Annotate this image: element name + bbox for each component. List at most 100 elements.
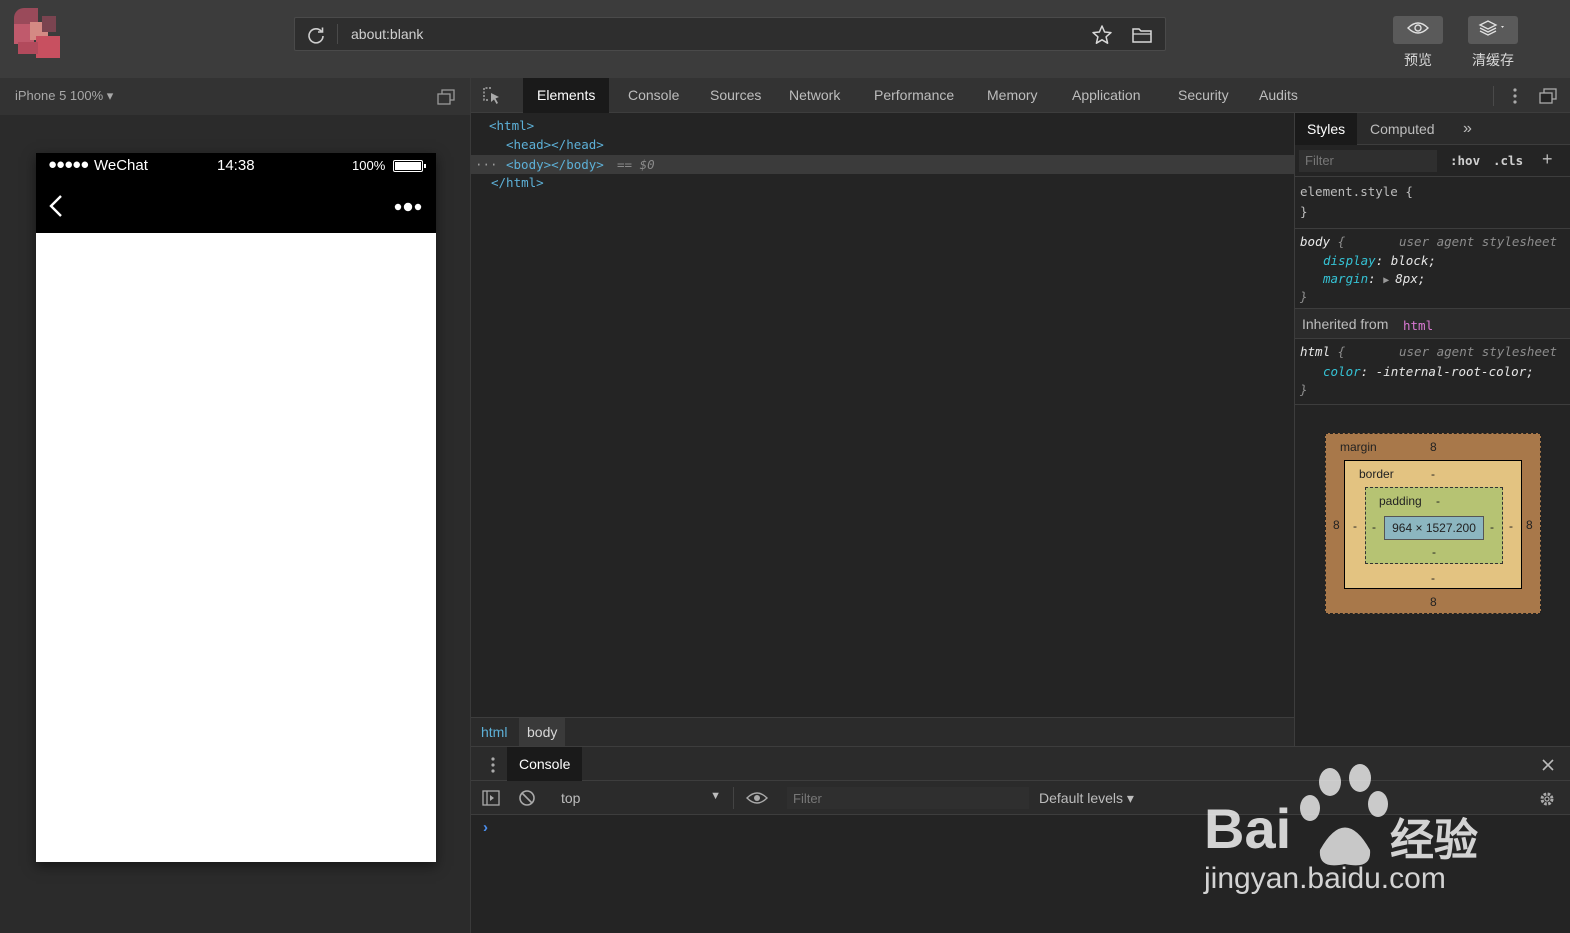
inherited-header: Inherited from html	[1295, 309, 1570, 339]
margin-left-value[interactable]: 8	[1333, 518, 1340, 532]
tab-application[interactable]: Application	[1058, 78, 1155, 113]
battery-percent: 100%	[352, 158, 386, 173]
border-label: border	[1359, 467, 1394, 481]
app-window: about:blank 预览 清缓存 iPhone 5 100% ▾ ●●●●●…	[0, 0, 1570, 933]
prop-margin[interactable]: margin: ▶ 8px;	[1323, 271, 1425, 286]
live-expression-eye-icon[interactable]	[745, 789, 769, 807]
log-levels-dropdown[interactable]: Default levels ▾	[1039, 790, 1134, 807]
clear-console-icon[interactable]	[517, 789, 537, 807]
tab-memory[interactable]: Memory	[973, 78, 1052, 113]
padding-top-value[interactable]: -	[1436, 494, 1440, 508]
padding-left-value[interactable]: -	[1372, 520, 1376, 534]
more-dots-icon[interactable]	[392, 197, 424, 217]
prop-color[interactable]: color: -internal-root-color;	[1323, 364, 1534, 379]
folder-icon[interactable]	[1131, 24, 1153, 46]
element-style-close: }	[1300, 204, 1308, 219]
dom-node-html-open[interactable]: <html>	[489, 118, 534, 133]
dom-node-body-selected[interactable]: ··· <body></body> == $0	[471, 155, 1294, 174]
body-selector[interactable]: body {	[1300, 234, 1345, 249]
hover-state-toggle[interactable]: :hov	[1450, 153, 1480, 168]
detach-window-icon[interactable]	[436, 88, 456, 106]
context-selector[interactable]: top ▼	[549, 787, 725, 809]
console-filter-input[interactable]: Filter	[787, 787, 1029, 809]
tab-styles[interactable]: Styles	[1295, 113, 1358, 145]
close-drawer-icon[interactable]	[1539, 756, 1557, 774]
more-tabs-chevron-icon[interactable]: »	[1451, 113, 1484, 145]
tab-computed[interactable]: Computed	[1358, 113, 1447, 145]
phone-screen[interactable]: ●●●●● WeChat 14:38 100%	[36, 153, 436, 862]
box-model-padding[interactable]: padding - - - - 964 × 1527.200	[1365, 487, 1503, 564]
breadcrumb-body[interactable]: body	[519, 718, 566, 747]
border-right-value[interactable]: -	[1509, 519, 1513, 533]
margin-bottom-value[interactable]: 8	[1430, 595, 1437, 609]
padding-bottom-value[interactable]: -	[1432, 545, 1436, 559]
avatar[interactable]	[10, 6, 62, 58]
clear-cache-button[interactable]	[1468, 16, 1518, 44]
body-ua-source[interactable]: user agent stylesheet	[1399, 234, 1557, 249]
battery-icon	[393, 160, 426, 172]
preview-button[interactable]	[1393, 16, 1443, 44]
clear-cache-label[interactable]: 清缓存	[1463, 50, 1523, 70]
border-top-value[interactable]: -	[1431, 467, 1435, 481]
element-style-selector[interactable]: element.style {	[1300, 184, 1413, 199]
margin-right-value[interactable]: 8	[1526, 518, 1533, 532]
device-selector[interactable]: iPhone 5 100% ▾	[15, 88, 113, 104]
carrier-name: WeChat	[94, 157, 148, 174]
class-toggle[interactable]: .cls	[1493, 153, 1523, 168]
address-bar[interactable]: about:blank	[294, 17, 1166, 51]
dom-node-body[interactable]: <body></body>	[506, 157, 604, 172]
tab-network[interactable]: Network	[775, 78, 854, 113]
eye-icon	[1407, 21, 1429, 40]
kebab-menu-icon[interactable]	[1507, 86, 1523, 106]
box-model-border[interactable]: border - - - - padding - - - - 964 × 152…	[1344, 460, 1522, 589]
html-rule-close: }	[1300, 382, 1308, 397]
top-toolbar: about:blank 预览 清缓存	[0, 0, 1570, 78]
tab-sources[interactable]: Sources	[696, 78, 775, 113]
reload-icon[interactable]	[305, 24, 327, 46]
watermark-url: jingyan.baidu.com	[1204, 862, 1446, 895]
tab-console[interactable]: Console	[614, 78, 693, 113]
margin-top-value[interactable]: 8	[1430, 440, 1437, 454]
url-text[interactable]: about:blank	[351, 26, 423, 42]
styles-filter-input[interactable]: Filter	[1299, 150, 1437, 172]
padding-right-value[interactable]: -	[1490, 520, 1494, 534]
breadcrumb-html[interactable]: html	[473, 718, 515, 747]
node-actions-ellipsis[interactable]: ···	[475, 157, 498, 172]
simulator-bar: iPhone 5 100% ▾	[0, 78, 470, 115]
html-selector[interactable]: html {	[1300, 344, 1345, 359]
watermark-brand-right: 经验	[1390, 816, 1478, 865]
tab-elements[interactable]: Elements	[523, 78, 610, 113]
drawer-menu-icon[interactable]	[485, 756, 501, 774]
new-rule-plus-icon[interactable]: +	[1542, 149, 1553, 170]
border-left-value[interactable]: -	[1353, 519, 1357, 533]
html-ua-source[interactable]: user agent stylesheet	[1399, 344, 1557, 359]
drawer-tab-console[interactable]: Console	[507, 747, 583, 781]
box-model-content-size[interactable]: 964 × 1527.200	[1384, 516, 1484, 540]
preview-label[interactable]: 预览	[1388, 50, 1448, 70]
tab-security[interactable]: Security	[1164, 78, 1243, 113]
margin-label: margin	[1340, 440, 1377, 454]
styles-filter-row: Filter :hov .cls +	[1295, 145, 1570, 177]
border-bottom-value[interactable]: -	[1431, 571, 1435, 585]
inspect-element-icon[interactable]	[482, 86, 502, 106]
dom-node-head[interactable]: <head></head>	[506, 137, 604, 152]
layers-icon	[1478, 19, 1508, 41]
sidebar-toggle-icon[interactable]	[481, 789, 501, 807]
star-icon[interactable]	[1091, 24, 1113, 46]
context-value: top	[561, 790, 581, 806]
back-arrow-icon[interactable]	[44, 193, 68, 219]
box-model-margin[interactable]: margin 8 8 8 8 border - - - - padding -	[1325, 433, 1541, 614]
tab-audits[interactable]: Audits	[1245, 78, 1312, 113]
rule-html: html { user agent stylesheet color: -int…	[1295, 339, 1570, 405]
dock-side-icon[interactable]	[1537, 86, 1559, 106]
simulator-panel: iPhone 5 100% ▾ ●●●●● WeChat 14:38 100%	[0, 78, 470, 933]
dom-node-html-close[interactable]: </html>	[491, 175, 544, 190]
console-prompt[interactable]: ›	[483, 819, 488, 836]
padding-label: padding	[1379, 494, 1422, 508]
console-settings-gear-icon[interactable]	[1537, 789, 1557, 809]
rule-body: body { user agent stylesheet display: bl…	[1295, 229, 1570, 309]
tab-performance[interactable]: Performance	[860, 78, 968, 113]
selected-node-marker: == $0	[617, 157, 655, 172]
inherited-from-link[interactable]: html	[1403, 318, 1433, 333]
prop-display[interactable]: display: block;	[1323, 253, 1436, 268]
